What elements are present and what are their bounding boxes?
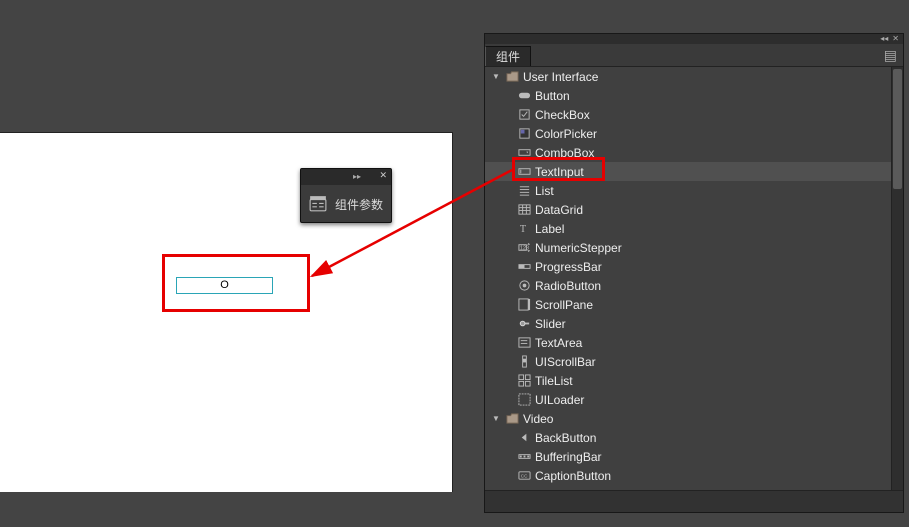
tree-item-label: Slider — [535, 317, 566, 331]
tree-item-label: ComboBox — [535, 146, 594, 160]
svg-text:T: T — [519, 224, 526, 235]
scrollbar-thumb[interactable] — [893, 69, 902, 189]
components-panel-header[interactable]: ◂◂ ✕ — [485, 34, 903, 44]
datagrid-icon — [517, 203, 531, 216]
tree-item-list[interactable]: List — [485, 181, 891, 200]
button-icon — [517, 89, 531, 102]
tree-item-label: ColorPicker — [535, 127, 597, 141]
folder-icon — [505, 412, 519, 425]
tree-item-checkbox[interactable]: CheckBox — [485, 105, 891, 124]
stepper-icon: 123 — [517, 241, 531, 254]
tree-item-radiobutton[interactable]: RadioButton — [485, 276, 891, 295]
label-icon: T — [517, 222, 531, 235]
tree-folder-user-interface[interactable]: ▼ User Interface — [485, 67, 891, 86]
components-panel: ◂◂ ✕ 组件 ▤ ▼ User Interface Button CheckBox C… — [484, 33, 904, 513]
textinput-icon — [517, 165, 531, 178]
tree-item-label: BackButton — [535, 431, 596, 445]
tree-item-combobox[interactable]: ComboBox — [485, 143, 891, 162]
tree-folder-label: User Interface — [523, 70, 598, 84]
panel-menu-icon[interactable]: ▤ — [884, 47, 897, 66]
tree-item-label: Label — [535, 222, 564, 236]
dropped-textinput-instance[interactable]: O — [176, 277, 273, 294]
list-icon — [517, 184, 531, 197]
tree-item-label: CaptionButton — [535, 469, 611, 483]
radio-icon — [517, 279, 531, 292]
buffering-icon — [517, 450, 531, 463]
component-parameters-panel[interactable]: ▸▸ ✕ 组件参数 — [300, 168, 392, 223]
combobox-icon — [517, 146, 531, 159]
tree-item-progressbar[interactable]: ProgressBar — [485, 257, 891, 276]
tree-item-label: UIScrollBar — [535, 355, 596, 369]
tree-folder-video[interactable]: ▼ Video — [485, 409, 891, 428]
tree-item-bufferingbar[interactable]: BufferingBar — [485, 447, 891, 466]
tree-item-label: BufferingBar — [535, 450, 602, 464]
panel-collapse-icon[interactable]: ◂◂ — [880, 34, 888, 43]
component-params-icon — [307, 193, 329, 215]
tree-item-label: Button — [535, 89, 570, 103]
tree-item-numericstepper[interactable]: 123 NumericStepper — [485, 238, 891, 257]
components-panel-footer — [485, 490, 903, 512]
uiloader-icon — [517, 393, 531, 406]
panel-close-icon[interactable]: ✕ — [892, 34, 899, 43]
tree-item-colorpicker[interactable]: ColorPicker — [485, 124, 891, 143]
tree-item-uiscrollbar[interactable]: UIScrollBar — [485, 352, 891, 371]
close-icon[interactable]: ✕ — [379, 170, 387, 181]
progress-icon — [517, 260, 531, 273]
svg-text:123: 123 — [519, 245, 528, 251]
components-tree[interactable]: ▼ User Interface Button CheckBox ColorPicker… — [485, 67, 891, 490]
tree-item-label: TextArea — [535, 336, 582, 350]
tilelist-icon — [517, 374, 531, 387]
slider-icon — [517, 317, 531, 330]
tree-item-uiloader[interactable]: UILoader — [485, 390, 891, 409]
tab-components[interactable]: 组件 — [485, 46, 531, 66]
tree-folder-label: Video — [523, 412, 553, 426]
folder-icon — [505, 70, 519, 83]
tree-item-label: UILoader — [535, 393, 584, 407]
textarea-icon — [517, 336, 531, 349]
tree-item-label: RadioButton — [535, 279, 601, 293]
colorpicker-icon — [517, 127, 531, 140]
tree-item-label: ScrollPane — [535, 298, 593, 312]
backbutton-icon — [517, 431, 531, 444]
tree-item-label[interactable]: T Label — [485, 219, 891, 238]
collapse-icon[interactable]: ▸▸ — [353, 172, 361, 181]
tree-item-label: TextInput — [535, 165, 584, 179]
svg-text:CC: CC — [520, 473, 527, 478]
uiscrollbar-icon — [517, 355, 531, 368]
tree-item-label: NumericStepper — [535, 241, 622, 255]
tree-item-textinput[interactable]: TextInput — [485, 162, 891, 181]
tree-item-label: TileList — [535, 374, 573, 388]
scrollpane-icon — [517, 298, 531, 311]
tree-item-label: List — [535, 184, 554, 198]
tree-item-label: ProgressBar — [535, 260, 602, 274]
caption-icon: CC — [517, 469, 531, 482]
disclosure-triangle-icon[interactable]: ▼ — [491, 72, 501, 81]
component-parameters-titlebar[interactable]: ▸▸ ✕ — [301, 169, 391, 185]
disclosure-triangle-icon[interactable]: ▼ — [491, 414, 501, 423]
tree-item-label: CheckBox — [535, 108, 590, 122]
tree-item-scrollpane[interactable]: ScrollPane — [485, 295, 891, 314]
tree-item-slider[interactable]: Slider — [485, 314, 891, 333]
checkbox-icon — [517, 108, 531, 121]
tree-item-button[interactable]: Button — [485, 86, 891, 105]
vertical-scrollbar[interactable] — [891, 67, 903, 490]
tree-item-textarea[interactable]: TextArea — [485, 333, 891, 352]
tree-item-tilelist[interactable]: TileList — [485, 371, 891, 390]
component-parameters-label: 组件参数 — [335, 196, 383, 213]
tree-item-datagrid[interactable]: DataGrid — [485, 200, 891, 219]
tree-item-captionbutton[interactable]: CC CaptionButton — [485, 466, 891, 485]
tree-item-label: DataGrid — [535, 203, 583, 217]
tree-item-backbutton[interactable]: BackButton — [485, 428, 891, 447]
